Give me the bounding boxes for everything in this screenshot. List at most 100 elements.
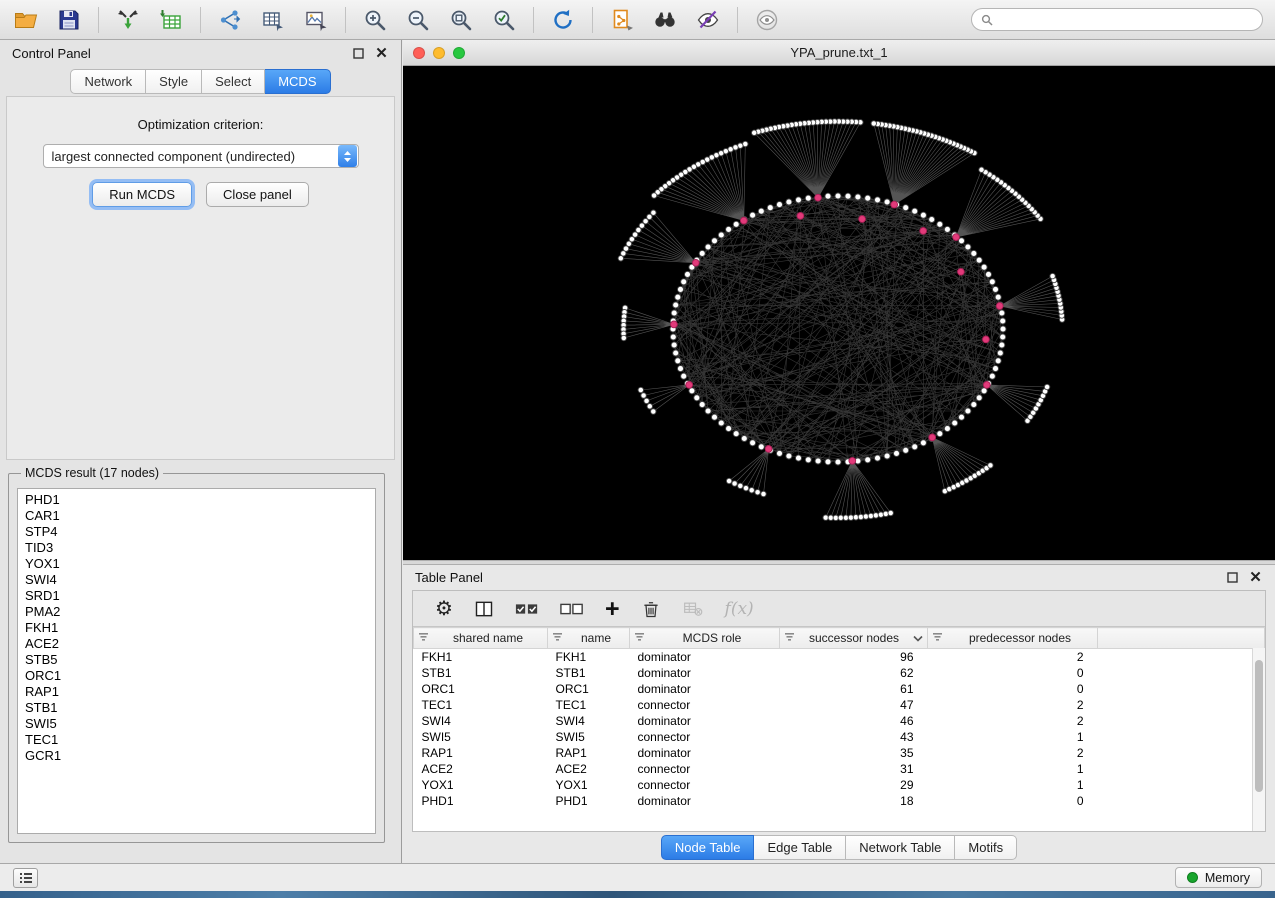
- cell[interactable]: 62: [780, 665, 928, 681]
- sort-icon[interactable]: [552, 631, 563, 645]
- table-row[interactable]: TEC1TEC1connector472: [414, 697, 1265, 713]
- cell[interactable]: connector: [630, 697, 780, 713]
- column-header-predecessor-nodes[interactable]: predecessor nodes: [928, 628, 1098, 649]
- tab-edge-table[interactable]: Edge Table: [754, 835, 846, 860]
- mcds-result-node[interactable]: TEC1: [25, 732, 368, 748]
- mcds-result-node[interactable]: PHD1: [25, 492, 368, 508]
- table-scrollbar[interactable]: [1252, 648, 1265, 831]
- import-table-icon[interactable]: [157, 6, 185, 34]
- cell[interactable]: 35: [780, 745, 928, 761]
- table-row[interactable]: SWI5SWI5connector431: [414, 729, 1265, 745]
- cell[interactable]: YOX1: [414, 777, 548, 793]
- mcds-result-node[interactable]: SWI4: [25, 572, 368, 588]
- table-row[interactable]: ORC1ORC1dominator610: [414, 681, 1265, 697]
- column-header-shared-name[interactable]: shared name: [414, 628, 548, 649]
- save-session-icon[interactable]: [55, 6, 83, 34]
- tab-network-table[interactable]: Network Table: [846, 835, 955, 860]
- table-row[interactable]: PHD1PHD1dominator180: [414, 793, 1265, 809]
- cell[interactable]: ACE2: [414, 761, 548, 777]
- zoom-in-icon[interactable]: [361, 6, 389, 34]
- cell[interactable]: [1098, 713, 1265, 729]
- cell[interactable]: FKH1: [548, 649, 630, 665]
- zoom-selected-icon[interactable]: [490, 6, 518, 34]
- chevron-down-icon[interactable]: [913, 631, 923, 645]
- cell[interactable]: 1: [928, 761, 1098, 777]
- network-canvas[interactable]: [403, 66, 1275, 560]
- cell[interactable]: [1098, 697, 1265, 713]
- mcds-result-node[interactable]: GCR1: [25, 748, 368, 764]
- export-table-icon[interactable]: [259, 6, 287, 34]
- cell[interactable]: RAP1: [548, 745, 630, 761]
- mcds-result-node[interactable]: FKH1: [25, 620, 368, 636]
- table-row[interactable]: RAP1RAP1dominator352: [414, 745, 1265, 761]
- close-table-panel-icon[interactable]: ✕: [1248, 570, 1263, 585]
- cell[interactable]: 31: [780, 761, 928, 777]
- float-panel-icon[interactable]: [351, 46, 366, 61]
- export-network-icon[interactable]: [216, 6, 244, 34]
- mcds-result-node[interactable]: SWI5: [25, 716, 368, 732]
- cell[interactable]: connector: [630, 729, 780, 745]
- zoom-out-icon[interactable]: [404, 6, 432, 34]
- add-column-icon[interactable]: +: [605, 597, 620, 621]
- column-header-MCDS-role[interactable]: MCDS role: [630, 628, 780, 649]
- mcds-result-node[interactable]: RAP1: [25, 684, 368, 700]
- mcds-result-node[interactable]: ORC1: [25, 668, 368, 684]
- cell[interactable]: [1098, 649, 1265, 665]
- tab-node-table[interactable]: Node Table: [661, 835, 755, 860]
- mcds-result-node[interactable]: SRD1: [25, 588, 368, 604]
- tab-select[interactable]: Select: [202, 69, 265, 94]
- cell[interactable]: [1098, 761, 1265, 777]
- panel-menu-icon[interactable]: [13, 868, 38, 888]
- cell[interactable]: 29: [780, 777, 928, 793]
- cell[interactable]: SWI5: [548, 729, 630, 745]
- zoom-fit-icon[interactable]: [447, 6, 475, 34]
- cell[interactable]: RAP1: [414, 745, 548, 761]
- import-network-icon[interactable]: [114, 6, 142, 34]
- window-maximize-icon[interactable]: [453, 47, 465, 59]
- tab-network[interactable]: Network: [70, 69, 146, 94]
- open-session-icon[interactable]: [12, 6, 40, 34]
- cell[interactable]: STB1: [548, 665, 630, 681]
- cell[interactable]: dominator: [630, 713, 780, 729]
- mcds-result-node[interactable]: YOX1: [25, 556, 368, 572]
- tab-motifs[interactable]: Motifs: [955, 835, 1017, 860]
- select-all-icon[interactable]: [515, 597, 539, 621]
- table-row[interactable]: FKH1FKH1dominator962: [414, 649, 1265, 665]
- cell[interactable]: PHD1: [414, 793, 548, 809]
- cell[interactable]: [1098, 681, 1265, 697]
- float-table-panel-icon[interactable]: [1225, 570, 1240, 585]
- cell[interactable]: 61: [780, 681, 928, 697]
- preview-icon[interactable]: [753, 6, 781, 34]
- cell[interactable]: 1: [928, 777, 1098, 793]
- mcds-result-node[interactable]: PMA2: [25, 604, 368, 620]
- mcds-result-node[interactable]: STB1: [25, 700, 368, 716]
- unselect-all-icon[interactable]: [560, 597, 584, 621]
- cell[interactable]: STB1: [414, 665, 548, 681]
- cell[interactable]: FKH1: [414, 649, 548, 665]
- cell[interactable]: 1: [928, 729, 1098, 745]
- cell[interactable]: SWI4: [548, 713, 630, 729]
- node-table[interactable]: shared namenameMCDS rolesuccessor nodesp…: [413, 627, 1265, 831]
- cell[interactable]: connector: [630, 761, 780, 777]
- mcds-result-node[interactable]: STB5: [25, 652, 368, 668]
- binoculars-icon[interactable]: [651, 6, 679, 34]
- window-minimize-icon[interactable]: [433, 47, 445, 59]
- search-input[interactable]: [999, 13, 1253, 27]
- cell[interactable]: 0: [928, 681, 1098, 697]
- table-row[interactable]: SWI4SWI4dominator462: [414, 713, 1265, 729]
- clone-network-icon[interactable]: [608, 6, 636, 34]
- cell[interactable]: ACE2: [548, 761, 630, 777]
- tab-mcds[interactable]: MCDS: [265, 69, 330, 94]
- refresh-view-icon[interactable]: [549, 6, 577, 34]
- mcds-result-list[interactable]: PHD1CAR1STP4TID3YOX1SWI4SRD1PMA2FKH1ACE2…: [17, 488, 376, 834]
- cell[interactable]: YOX1: [548, 777, 630, 793]
- cell[interactable]: 46: [780, 713, 928, 729]
- cell[interactable]: TEC1: [414, 697, 548, 713]
- sort-icon[interactable]: [634, 631, 645, 645]
- cell[interactable]: [1098, 777, 1265, 793]
- search-box[interactable]: [971, 8, 1263, 31]
- cell[interactable]: 2: [928, 713, 1098, 729]
- cell[interactable]: TEC1: [548, 697, 630, 713]
- cell[interactable]: [1098, 665, 1265, 681]
- mcds-result-node[interactable]: CAR1: [25, 508, 368, 524]
